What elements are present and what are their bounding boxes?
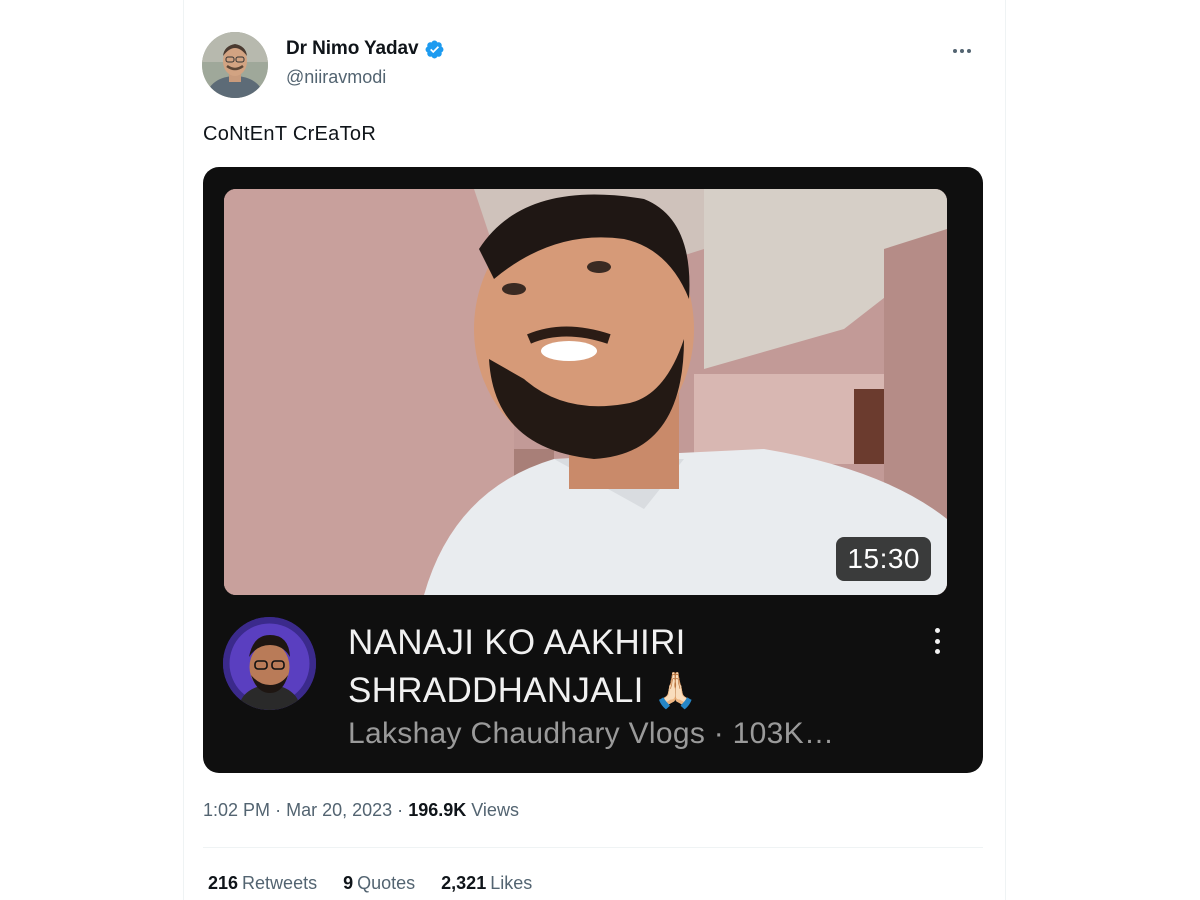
tweet-detail: Dr Nimo Yadav @niiravmodi CoNtEnT CrEaTo… <box>183 0 1006 900</box>
video-thumbnail[interactable]: 15:30 <box>224 189 947 595</box>
divider <box>203 847 983 848</box>
tweet-time[interactable]: 1:02 PM <box>203 800 270 820</box>
video-duration: 15:30 <box>836 537 931 581</box>
author-handle[interactable]: @niiravmodi <box>286 67 445 88</box>
author-info: Dr Nimo Yadav @niiravmodi <box>286 38 445 88</box>
dot <box>953 49 957 53</box>
video-card[interactable]: 15:30 NANAJI KO AAKHIRI SHRADDHANJALI 🙏🏻… <box>203 167 983 773</box>
likes-count: 2,321 <box>441 873 487 893</box>
engagement-stats: 216 Retweets 9 Quotes 2,321 Likes <box>208 873 532 894</box>
views-label: Views <box>471 800 519 820</box>
name-row: Dr Nimo Yadav <box>286 38 445 60</box>
more-options-button[interactable] <box>947 40 977 62</box>
separator: · <box>397 800 404 820</box>
likes-stat[interactable]: 2,321 Likes <box>441 873 532 894</box>
separator: · <box>275 800 282 820</box>
channel-avatar[interactable] <box>223 617 316 710</box>
dot <box>934 628 940 633</box>
dot <box>934 638 940 644</box>
channel-info[interactable]: Lakshay Chaudhary Vlogs · 103K… <box>348 717 834 751</box>
views-count: 196.9K <box>408 800 467 820</box>
dot <box>934 649 940 654</box>
retweets-count: 216 <box>208 873 239 893</box>
verified-badge-icon <box>424 39 445 60</box>
video-title-line2: SHRADDHANJALI 🙏🏻 <box>348 671 698 710</box>
tweet-text: CoNtEnT CrEaToR <box>203 123 377 145</box>
author-avatar[interactable] <box>202 32 268 98</box>
quotes-label: Quotes <box>357 873 416 893</box>
thumbnail-image <box>224 189 947 595</box>
tweet-date[interactable]: Mar 20, 2023 <box>286 800 392 820</box>
tweet-meta: 1:02 PM · Mar 20, 2023 · 196.9K Views <box>203 800 519 821</box>
author-display-name[interactable]: Dr Nimo Yadav <box>286 38 419 60</box>
tweet-header: Dr Nimo Yadav @niiravmodi <box>202 32 987 102</box>
more-vertical-icon[interactable] <box>927 625 947 657</box>
quotes-count: 9 <box>343 873 354 893</box>
likes-label: Likes <box>490 873 533 893</box>
video-title[interactable]: NANAJI KO AAKHIRI SHRADDHANJALI 🙏🏻 <box>348 619 908 715</box>
dot <box>967 49 971 53</box>
dot <box>960 49 964 53</box>
video-title-line1: NANAJI KO AAKHIRI <box>348 623 686 662</box>
retweets-label: Retweets <box>242 873 318 893</box>
quotes-stat[interactable]: 9 Quotes <box>343 873 415 894</box>
retweets-stat[interactable]: 216 Retweets <box>208 873 317 894</box>
